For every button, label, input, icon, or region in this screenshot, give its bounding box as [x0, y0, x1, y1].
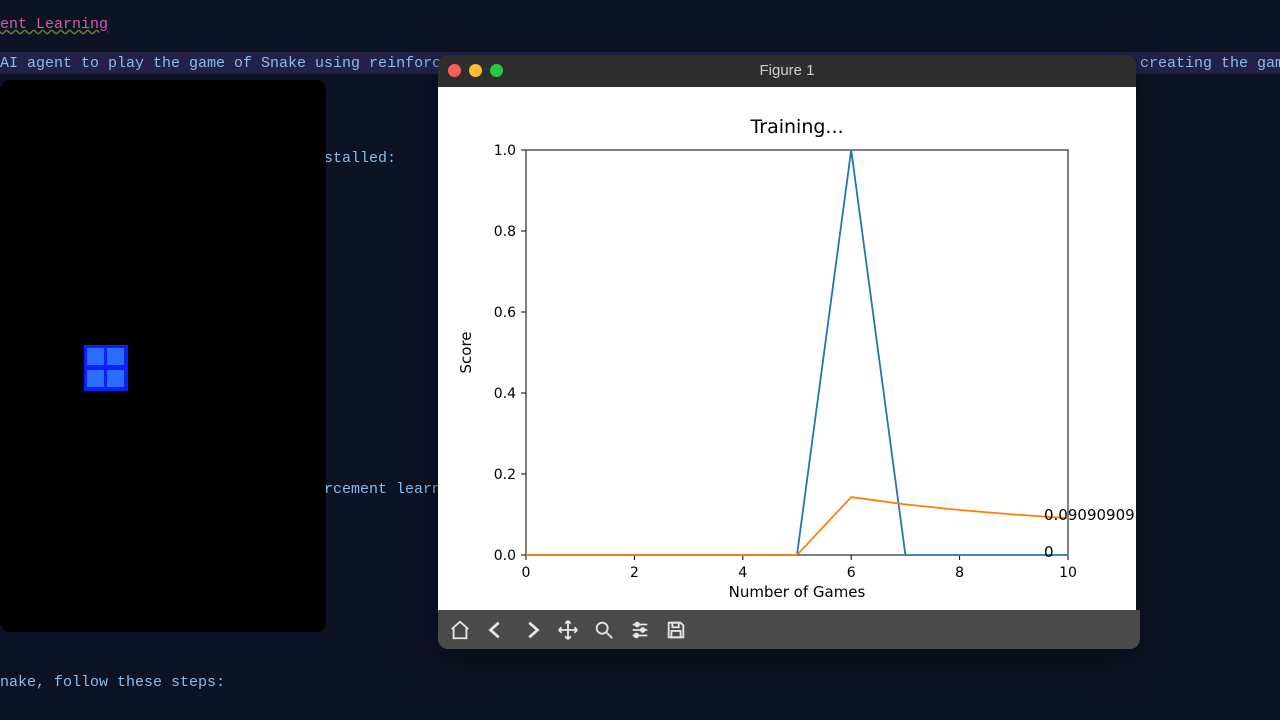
desc-text-right: creating the game e	[1140, 55, 1280, 72]
svg-text:0: 0	[522, 565, 531, 581]
home-button[interactable]	[442, 613, 478, 647]
svg-text:0.8: 0.8	[494, 224, 516, 240]
svg-text:0.4: 0.4	[494, 386, 516, 402]
svg-text:Number of Games: Number of Games	[729, 583, 866, 601]
pan-button[interactable]	[550, 613, 586, 647]
svg-text:10: 10	[1059, 565, 1077, 581]
figure-window: Figure 1 Training... 0.0 0.2 0.4 0.6 0.8 1.0 0 2…	[438, 55, 1136, 649]
svg-text:8: 8	[955, 565, 964, 581]
window-titlebar[interactable]: Figure 1	[438, 55, 1136, 87]
configure-button[interactable]	[622, 613, 658, 647]
svg-text:1.0: 1.0	[494, 143, 516, 159]
back-button[interactable]	[478, 613, 514, 647]
heading-link: ent Learning	[0, 16, 108, 33]
svg-text:0.0: 0.0	[494, 548, 516, 564]
game-window	[0, 80, 326, 632]
zoom-button[interactable]	[586, 613, 622, 647]
save-button[interactable]	[658, 613, 694, 647]
svg-text:0.2: 0.2	[494, 467, 516, 483]
svg-text:0.09090909: 0.09090909	[1044, 506, 1135, 524]
plot-toolbar	[438, 610, 1140, 649]
plot-canvas: Training... 0.0 0.2 0.4 0.6 0.8 1.0 0 2 4 6 8 10 Scor…	[438, 87, 1136, 610]
window-title: Figure 1	[438, 62, 1136, 79]
installed-text: stalled:	[324, 150, 396, 167]
forward-button[interactable]	[514, 613, 550, 647]
svg-text:4: 4	[738, 565, 747, 581]
desc-text-left: AI agent to play the game of Snake using…	[0, 55, 504, 72]
svg-text:6: 6	[847, 565, 856, 581]
steps-text: nake, follow these steps:	[0, 674, 225, 691]
svg-text:0.6: 0.6	[494, 305, 516, 321]
svg-text:Training...: Training...	[749, 116, 843, 138]
svg-text:2: 2	[630, 565, 639, 581]
snake-sprite	[84, 345, 128, 391]
svg-text:Score: Score	[457, 331, 475, 373]
svg-text:0: 0	[1044, 543, 1054, 561]
